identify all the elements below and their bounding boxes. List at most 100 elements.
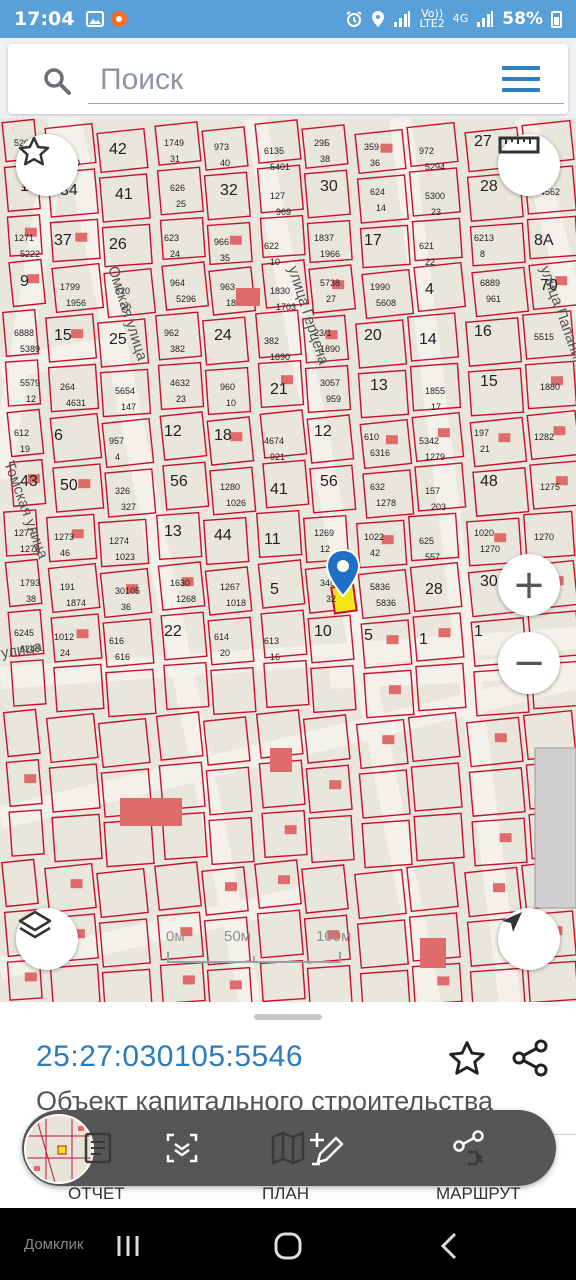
plus-icon: + [512, 562, 546, 608]
parcel-outline [45, 712, 99, 764]
parcel-number: 56 [320, 473, 338, 490]
status-time: 17:04 [14, 8, 75, 30]
parcel-number: 17 [364, 232, 382, 249]
scan-icon[interactable] [162, 1128, 202, 1168]
zoom-in-button[interactable]: + [498, 554, 560, 616]
parcel-number: 197 [474, 428, 489, 438]
parcel-number: 1279 [425, 452, 445, 462]
parcel-number: 612 [14, 428, 29, 438]
layers-button[interactable] [16, 908, 78, 970]
parcel-outline [356, 919, 409, 969]
parcel-number: 1793 [20, 578, 40, 588]
grey-building [534, 747, 576, 909]
parcel-number: 1 [474, 623, 483, 640]
plan-map-icon[interactable] [268, 1128, 308, 1168]
favorite-map-button[interactable] [16, 134, 78, 196]
parcel-number: 42 [109, 141, 127, 158]
search-box [8, 44, 568, 114]
building [229, 980, 242, 990]
ruler-button[interactable] [498, 134, 560, 196]
building [498, 433, 511, 443]
navigation-icon [502, 912, 522, 932]
parcel-outline [413, 812, 465, 862]
parcel-number: 32 [220, 182, 238, 199]
share-route-icon[interactable] [450, 1128, 490, 1168]
battery-icon [551, 10, 562, 28]
parcel-number: 1269 [314, 528, 334, 538]
report-doc-icon[interactable] [80, 1128, 120, 1168]
parcel-number: 27 [474, 133, 492, 150]
drag-handle[interactable] [254, 1014, 322, 1020]
tab-plan-label[interactable]: ПЛАН [262, 1184, 309, 1204]
cadastral-number: 25:27:030105:5546 [36, 1040, 304, 1073]
parcel-number: 5579 [20, 378, 40, 388]
parcel-outline [259, 409, 308, 459]
building [438, 628, 451, 638]
share-icon[interactable] [510, 1038, 550, 1078]
parcel-outline [362, 469, 415, 519]
parcel-number: 4674 [264, 436, 284, 446]
home-icon[interactable] [273, 1231, 303, 1261]
parcel-outline [359, 969, 411, 1002]
zoom-out-button[interactable]: − [498, 632, 560, 694]
parcel-number: 25 [109, 331, 127, 348]
building [494, 733, 507, 743]
parcel-number: 147 [121, 402, 136, 412]
parcel-outline [51, 813, 103, 863]
search-area [0, 38, 576, 118]
parcel-number: 959 [326, 394, 341, 404]
parcel-number: 5222 [20, 249, 40, 259]
signal-2-icon [477, 11, 494, 27]
minus-icon: − [512, 640, 546, 686]
parcel-number: 23 [176, 394, 186, 404]
parcel-number: 625 [419, 536, 434, 546]
parcel-number: 15 [480, 373, 498, 390]
ruler-icon [498, 136, 540, 154]
tab-route-label[interactable]: МАРШРУТ [436, 1184, 521, 1204]
parcel-number: 12 [314, 423, 332, 440]
parcel-outline [210, 666, 257, 716]
cadastral-map[interactable]: 520547378459042174931973406135540129Б383… [0, 118, 576, 1002]
notification-icons [86, 10, 128, 28]
search-input[interactable] [88, 56, 564, 104]
building [493, 883, 505, 893]
parcel-number: 621 [419, 241, 434, 251]
network-gen: 4G [452, 12, 469, 25]
parcel-number: 963 [220, 282, 235, 292]
parcel-number: 9 [20, 273, 29, 290]
parcel-outline [410, 762, 463, 812]
map-view[interactable]: 520547378459042174931973406135540129Б383… [0, 118, 576, 1002]
parcel-number: 38 [320, 154, 330, 164]
parcel-number: 1271 [14, 233, 34, 243]
locate-button[interactable] [498, 908, 560, 970]
parcel-number: 1282 [534, 432, 554, 442]
parcel-number: 46 [60, 548, 70, 558]
star-outline-icon [18, 136, 50, 166]
recent-apps-icon[interactable] [114, 1232, 142, 1260]
building [75, 232, 88, 242]
parcel-outline [308, 814, 355, 864]
search-icon[interactable] [42, 66, 72, 96]
edit-note-icon[interactable] [306, 1128, 346, 1168]
parcel-number: 30105 [115, 586, 140, 596]
parcel-number: 42 [370, 548, 380, 558]
parcel-number: 961 [486, 294, 501, 304]
parcel-number: 1270 [480, 544, 500, 554]
street-label: улица [0, 638, 44, 662]
parcel-number: 1799 [60, 282, 80, 292]
status-right: Vo)) LTE2 4G 58% [345, 8, 562, 29]
parcel-number: 21 [480, 444, 490, 454]
back-icon[interactable] [438, 1231, 462, 1261]
scale-label-50: 50м [224, 928, 251, 945]
building [24, 972, 37, 982]
parcel-number: 610 [364, 432, 379, 442]
parcel-number: 969 [276, 207, 291, 217]
parcel-number: 264 [60, 382, 75, 392]
tab-report-label[interactable]: ОТЧЕТ [68, 1184, 125, 1204]
favorite-star-icon[interactable] [446, 1038, 488, 1080]
parcel-outline [1, 858, 39, 908]
menu-icon[interactable] [502, 66, 540, 94]
parcel-number: 127 [270, 191, 285, 201]
app-notification-icon [111, 11, 128, 27]
parcel-number: 5300 [425, 191, 445, 201]
